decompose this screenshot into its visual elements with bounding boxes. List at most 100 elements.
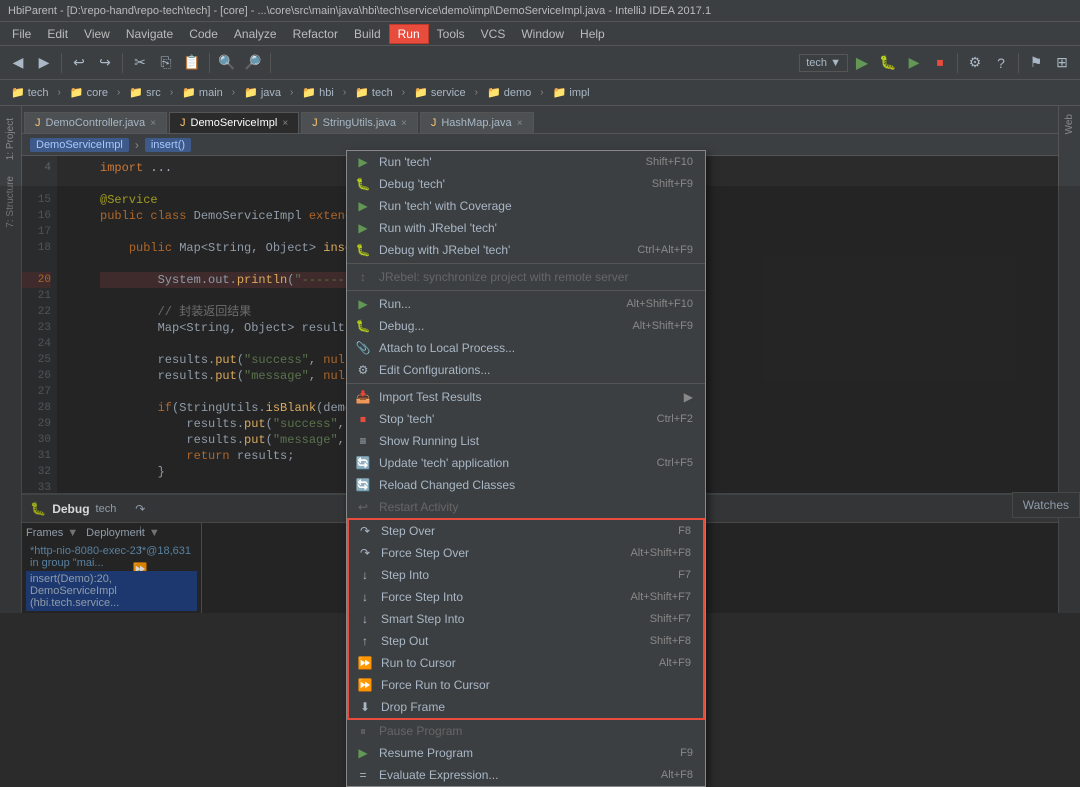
stop-tech-shortcut: Ctrl+F2 — [657, 413, 693, 425]
nav-tech[interactable]: 📁 tech — [6, 84, 54, 101]
back-btn[interactable]: ◀ — [6, 51, 30, 75]
stop-btn[interactable]: ⏹ — [928, 51, 952, 75]
stepover-debug-btn[interactable]: ↷ — [130, 499, 150, 519]
menu-tools[interactable]: Tools — [429, 25, 473, 43]
copy-btn[interactable]: ⎘ — [154, 51, 178, 75]
extra-btn2[interactable]: ⊞ — [1050, 51, 1074, 75]
nav-hbi[interactable]: 📁 hbi — [297, 84, 338, 101]
cut-btn[interactable]: ✂ — [128, 51, 152, 75]
menu-file[interactable]: File — [4, 25, 39, 43]
menu-analyze[interactable]: Analyze — [226, 25, 285, 43]
sidebar-structure[interactable]: 7: Structure — [3, 168, 18, 236]
menu-run-to-cursor[interactable]: ⏩ Run to Cursor Alt+F9 — [349, 652, 703, 674]
debug-tech-label[interactable]: tech — [96, 503, 117, 515]
watches-button[interactable]: Watches — [1012, 492, 1080, 518]
menu-attach-local[interactable]: 📎 Attach to Local Process... — [347, 337, 705, 359]
tab-hashmap[interactable]: J HashMap.java × — [420, 112, 534, 133]
step-out-label: Step Out — [381, 634, 428, 648]
debug-icon: 🐛 — [30, 501, 46, 517]
sidebar-project[interactable]: 1: Project — [3, 110, 18, 168]
help-btn[interactable]: ? — [989, 51, 1013, 75]
menu-reload-classes[interactable]: 🔄 Reload Changed Classes — [347, 474, 705, 496]
menu-update-app[interactable]: 🔄 Update 'tech' application Ctrl+F5 — [347, 452, 705, 474]
menu-code[interactable]: Code — [181, 25, 226, 43]
menu-run-jrebel[interactable]: ▶ Run with JRebel 'tech' — [347, 217, 705, 239]
search-btn[interactable]: 🔍 — [215, 51, 239, 75]
close-tab-hashmap[interactable]: × — [517, 118, 523, 129]
menu-run-coverage[interactable]: ▶ Run 'tech' with Coverage — [347, 195, 705, 217]
extra-btn[interactable]: ⚑ — [1024, 51, 1048, 75]
debug-tech-label: Debug 'tech' — [379, 177, 445, 191]
coverage-btn[interactable]: ▶ — [902, 51, 926, 75]
close-tab-demoserviceimpl[interactable]: × — [282, 118, 288, 129]
close-tab-democontroller[interactable]: × — [150, 118, 156, 129]
title-text: HbiParent - [D:\repo-hand\repo-tech\tech… — [8, 5, 711, 17]
editor-tabs: J DemoController.java × J DemoServiceImp… — [22, 106, 1058, 134]
close-tab-stringutils[interactable]: × — [401, 118, 407, 129]
run-to-cursor-icon: ⏩ — [357, 655, 373, 671]
forward-btn[interactable]: ▶ — [32, 51, 56, 75]
breadcrumb-class[interactable]: DemoServiceImpl — [30, 138, 129, 152]
menu-force-step-into[interactable]: ↓ Force Step Into Alt+Shift+F7 — [349, 586, 703, 608]
tab-democontroller[interactable]: J DemoController.java × — [24, 112, 167, 133]
menu-build[interactable]: Build — [346, 25, 389, 43]
config-dropdown[interactable]: tech ▼ — [799, 54, 848, 72]
tab-stringutils[interactable]: J StringUtils.java × — [301, 112, 418, 133]
menu-window[interactable]: Window — [513, 25, 572, 43]
menu-run-ellipsis[interactable]: ▶ Run... Alt+Shift+F10 — [347, 293, 705, 315]
menu-stop-tech[interactable]: ⏹ Stop 'tech' Ctrl+F2 — [347, 408, 705, 430]
smart-step-into-shortcut: Shift+F7 — [650, 613, 691, 625]
menu-step-over[interactable]: ↷ Step Over F8 — [349, 520, 703, 542]
menu-refactor[interactable]: Refactor — [285, 25, 346, 43]
debug-btn[interactable]: 🐛 — [876, 51, 900, 75]
menu-drop-frame[interactable]: ⬇ Drop Frame — [349, 696, 703, 718]
thread-item[interactable]: *http-nio-8080-exec-23*@18,631 in group … — [26, 543, 197, 571]
sidebar-web[interactable]: Web — [1062, 106, 1077, 142]
settings-btn[interactable]: ⚙ — [963, 51, 987, 75]
run-btn[interactable]: ▶ — [850, 51, 874, 75]
menu-help[interactable]: Help — [572, 25, 613, 43]
undo-btn[interactable]: ↩ — [67, 51, 91, 75]
import-test-icon: 📥 — [355, 389, 371, 405]
frames-dropdown[interactable]: ▼ — [67, 527, 78, 539]
paste-btn[interactable]: 📋 — [180, 51, 204, 75]
menu-step-out[interactable]: ↑ Step Out Shift+F8 — [349, 630, 703, 652]
nav-tech2[interactable]: 📁 tech — [350, 84, 398, 101]
nav-impl[interactable]: 📁 impl — [548, 84, 595, 101]
menu-smart-step-into[interactable]: ↓ Smart Step Into Shift+F7 — [349, 608, 703, 630]
menu-show-running[interactable]: ≡ Show Running List — [347, 430, 705, 452]
menu-view[interactable]: View — [76, 25, 118, 43]
menu-run[interactable]: Run — [389, 24, 429, 44]
stop-tech-icon: ⏹ — [355, 411, 371, 427]
menu-import-test[interactable]: 📥 Import Test Results ▶ — [347, 386, 705, 408]
menu-debug-tech[interactable]: 🐛 Debug 'tech' Shift+F9 — [347, 173, 705, 195]
search2-btn[interactable]: 🔎 — [241, 51, 265, 75]
redo-btn[interactable]: ↪ — [93, 51, 117, 75]
menu-force-step-over[interactable]: ↷ Force Step Over Alt+Shift+F8 — [349, 542, 703, 564]
nav-demo[interactable]: 📁 demo — [482, 84, 536, 101]
menu-evaluate-expr[interactable]: = Evaluate Expression... Alt+F8 — [347, 764, 705, 786]
frames-header: Frames ▼ Deployment ▼ — [26, 527, 197, 539]
menu-run-tech[interactable]: ▶ Run 'tech' Shift+F10 — [347, 151, 705, 173]
nav-java[interactable]: 📁 java — [239, 84, 286, 101]
run-to-cursor-label: Run to Cursor — [381, 656, 456, 670]
tab-demoserviceimpl[interactable]: J DemoServiceImpl × — [169, 112, 299, 133]
menu-debug-jrebel[interactable]: 🐛 Debug with JRebel 'tech' Ctrl+Alt+F9 — [347, 239, 705, 261]
menu-edit[interactable]: Edit — [39, 25, 76, 43]
menu-navigate[interactable]: Navigate — [118, 25, 181, 43]
menu-edit-config[interactable]: ⚙ Edit Configurations... — [347, 359, 705, 381]
frames-label[interactable]: Frames — [26, 527, 63, 539]
menu-step-into[interactable]: ↓ Step Into F7 — [349, 564, 703, 586]
nav-service[interactable]: 📁 service — [409, 84, 471, 101]
menu-force-run-cursor[interactable]: ⏩ Force Run to Cursor — [349, 674, 703, 696]
frame-0[interactable]: insert(Demo):20, DemoServiceImpl (hbi.te… — [26, 571, 197, 611]
nav-core[interactable]: 📁 core — [65, 84, 113, 101]
menu-resume-program[interactable]: ▶ Resume Program F9 — [347, 742, 705, 764]
menu-debug-ellipsis[interactable]: 🐛 Debug... Alt+Shift+F9 — [347, 315, 705, 337]
deployment-label[interactable]: Deployment — [86, 527, 145, 539]
force-run-cursor-icon: ⏩ — [357, 677, 373, 693]
breadcrumb-method[interactable]: insert() — [145, 138, 191, 152]
menu-vcs[interactable]: VCS — [473, 25, 514, 43]
nav-src[interactable]: 📁 src — [124, 84, 165, 101]
nav-main[interactable]: 📁 main — [177, 84, 228, 101]
